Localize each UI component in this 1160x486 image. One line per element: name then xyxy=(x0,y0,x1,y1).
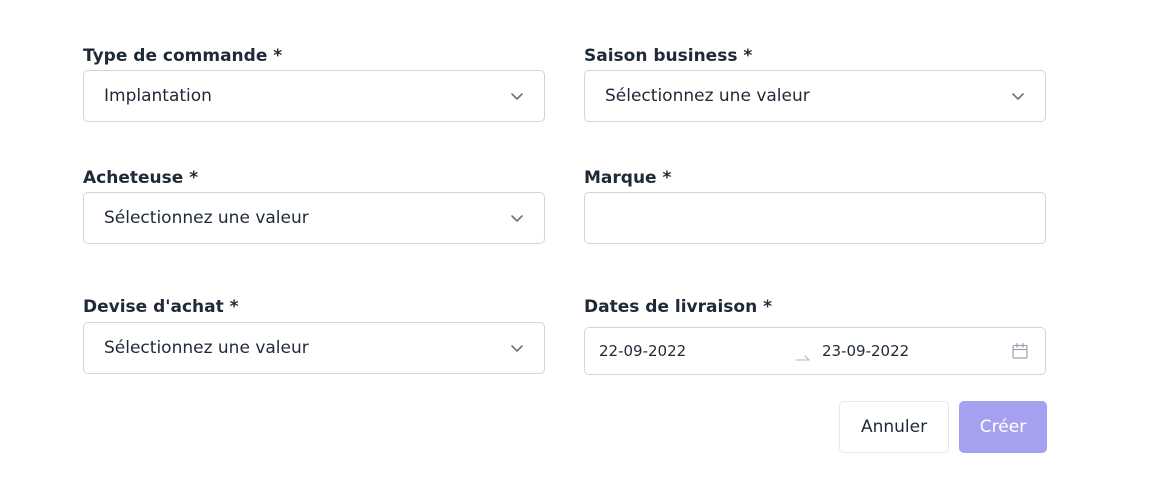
delivery-start-date-input[interactable]: 22-09-2022 xyxy=(599,342,686,360)
cancel-button[interactable]: Annuler xyxy=(839,401,949,453)
chevron-down-icon xyxy=(511,215,523,222)
purchase-currency-label: Devise d'achat * xyxy=(83,297,239,317)
calendar-icon[interactable] xyxy=(1011,342,1029,360)
order-type-label: Type de commande * xyxy=(83,46,283,66)
delivery-end-date-input[interactable]: 23-09-2022 xyxy=(822,342,909,360)
order-type-value: Implantation xyxy=(104,86,212,106)
delivery-dates-range-picker[interactable]: 22-09-2022 23-09-2022 xyxy=(584,327,1046,375)
order-type-field: Type de commande * Implantation xyxy=(83,44,545,122)
brand-input[interactable] xyxy=(584,192,1046,244)
buyer-select[interactable]: Sélectionnez une valeur xyxy=(83,192,545,244)
order-type-select[interactable]: Implantation xyxy=(83,70,545,122)
buyer-field: Acheteuse * Sélectionnez une valeur xyxy=(83,166,545,244)
order-form: Type de commande * Implantation Saison b… xyxy=(0,0,1160,486)
delivery-dates-label: Dates de livraison * xyxy=(584,297,773,317)
business-season-value: Sélectionnez une valeur xyxy=(605,86,810,106)
business-season-select[interactable]: Sélectionnez une valeur xyxy=(584,70,1046,122)
brand-label: Marque * xyxy=(584,168,672,188)
purchase-currency-select[interactable]: Sélectionnez une valeur xyxy=(83,322,545,374)
buyer-label: Acheteuse * xyxy=(83,168,199,188)
chevron-down-icon xyxy=(1012,93,1024,100)
arrow-right-icon xyxy=(795,355,810,361)
chevron-down-icon xyxy=(511,345,523,352)
delivery-dates-field: Dates de livraison * 22-09-2022 23-09-20… xyxy=(584,295,1046,375)
purchase-currency-value: Sélectionnez une valeur xyxy=(104,338,309,358)
purchase-currency-field: Devise d'achat * Sélectionnez une valeur xyxy=(83,295,545,374)
chevron-down-icon xyxy=(511,93,523,100)
business-season-label: Saison business * xyxy=(584,46,753,66)
create-button[interactable]: Créer xyxy=(959,401,1047,453)
business-season-field: Saison business * Sélectionnez une valeu… xyxy=(584,44,1046,122)
buyer-value: Sélectionnez une valeur xyxy=(104,208,309,228)
brand-field: Marque * xyxy=(584,166,1046,244)
